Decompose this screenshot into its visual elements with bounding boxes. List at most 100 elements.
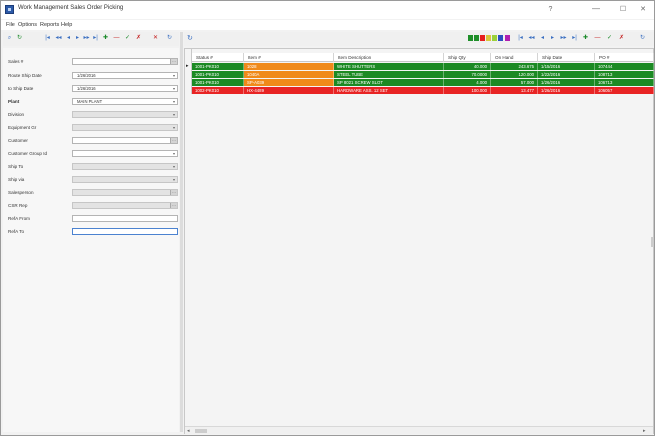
delete-icon[interactable]: — (594, 35, 601, 42)
grid-refresh-icon[interactable]: ↻ (187, 35, 195, 43)
close-record-icon[interactable]: ✕ (152, 35, 159, 42)
menu-help[interactable]: Help (61, 22, 72, 28)
status-filter-blue-icon[interactable] (498, 35, 503, 41)
edit-icon[interactable]: ✓ (124, 35, 131, 42)
cell-ship-date: 1/26/2016 (538, 87, 595, 94)
previous-record-icon[interactable]: ◂ (539, 35, 546, 42)
menu-file[interactable]: File (6, 22, 15, 28)
previous-page-icon[interactable]: ◂◂ (55, 35, 62, 42)
refa-from-field[interactable] (72, 215, 178, 222)
next-record-icon[interactable]: ▸ (549, 35, 556, 42)
scroll-right-icon[interactable]: ▸ (643, 428, 646, 434)
csr-rep-label: CSR Rep (8, 203, 28, 208)
col-header-on-hand[interactable]: On Hand (491, 53, 538, 62)
ellipsis-button[interactable]: … (170, 138, 177, 143)
close-button[interactable]: ✕ (634, 3, 652, 16)
division-field[interactable]: ▾ (72, 111, 178, 118)
previous-page-icon[interactable]: ◂◂ (528, 35, 535, 42)
left-toolbar: ⌕ ↻ |◂ ◂◂ ◂ ▸ ▸▸ ▸| ✚ — ✓ ✗ ✕ ↻ (3, 32, 179, 46)
cancel-icon[interactable]: ✗ (618, 35, 625, 42)
customer-group-field[interactable]: ▾ (72, 150, 178, 157)
maximize-button[interactable]: ☐ (614, 3, 632, 16)
customer-field[interactable]: … (72, 137, 178, 144)
horizontal-scrollbar[interactable]: ◂ ▸ (185, 426, 653, 434)
help-icon[interactable]: ? (546, 5, 555, 14)
to-ship-date-field[interactable]: 1/26/2016 ▾ (72, 85, 178, 92)
reload-icon[interactable]: ↻ (639, 35, 646, 42)
csr-rep-field[interactable]: … (72, 202, 178, 209)
chevron-down-icon[interactable]: ▾ (171, 86, 177, 91)
cell-ship-qty: 40.000 (444, 63, 491, 70)
app-icon (5, 5, 14, 14)
ship-to-field[interactable]: ▾ (72, 163, 178, 170)
route-ship-date-field[interactable]: 1/26/2016 ▾ (72, 72, 178, 79)
chevron-down-icon[interactable]: ▾ (171, 125, 177, 130)
refa-from-label: RefA From (8, 216, 30, 221)
first-record-icon[interactable]: |◂ (44, 35, 51, 42)
cell-ship-qty: 4.000 (444, 79, 491, 86)
status-filter-red-icon[interactable] (480, 35, 485, 41)
cell-ship-qty: 70.0000 (444, 71, 491, 78)
chevron-down-icon[interactable]: ▾ (171, 164, 177, 169)
status-filter-green-icon[interactable] (468, 35, 473, 41)
col-header-ship-qty[interactable]: Ship Qty (444, 53, 491, 62)
chevron-down-icon[interactable]: ▾ (171, 112, 177, 117)
last-record-icon[interactable]: ▸| (571, 35, 578, 42)
minimize-button[interactable]: — (587, 3, 605, 16)
route-ship-date-label: Route Ship Date (8, 73, 42, 78)
table-row[interactable]: 1002-PK010 HX-4489 HARDWARE ASS. 12 SET … (192, 87, 654, 94)
last-record-icon[interactable]: ▸| (92, 35, 99, 42)
cell-description: HARDWARE ASS. 12 SET (334, 87, 444, 94)
ship-to-label: Ship To (8, 164, 24, 169)
table-row[interactable]: 1001-PK010 SP-A039 SP 8021 SCREW SLOT 4.… (192, 79, 654, 86)
plant-field[interactable]: MAIN PLANT ▾ (72, 98, 178, 105)
next-page-icon[interactable]: ▸▸ (83, 35, 90, 42)
chevron-down-icon[interactable]: ▾ (171, 151, 177, 156)
col-header-ship-date[interactable]: Ship Date (538, 53, 595, 62)
edit-icon[interactable]: ✓ (606, 35, 613, 42)
chevron-down-icon[interactable]: ▾ (171, 177, 177, 182)
status-filter-green-icon[interactable] (474, 35, 479, 41)
cell-ship-date: 1/15/2016 (538, 63, 595, 70)
status-filter-lime-icon[interactable] (492, 35, 497, 41)
col-header-item[interactable]: Item # (244, 53, 334, 62)
refa-to-label: RefA To (8, 229, 25, 234)
ellipsis-button[interactable]: … (170, 203, 177, 208)
first-record-icon[interactable]: |◂ (517, 35, 524, 42)
binoculars-icon[interactable]: ⌕ (6, 35, 13, 42)
cell-on-hand: 120.000 (491, 71, 538, 78)
previous-record-icon[interactable]: ◂ (65, 35, 72, 42)
ellipsis-button[interactable]: … (170, 59, 177, 64)
next-page-icon[interactable]: ▸▸ (560, 35, 567, 42)
chevron-down-icon[interactable]: ▾ (171, 73, 177, 78)
next-record-icon[interactable]: ▸ (74, 35, 81, 42)
delete-icon[interactable]: — (113, 35, 120, 42)
table-row[interactable]: 1001-PK010 1028 WHITE SHUTTERS 40.000 24… (192, 63, 654, 70)
scrollbar-thumb[interactable] (195, 429, 207, 433)
cancel-icon[interactable]: ✗ (135, 35, 142, 42)
vertical-scrollbar-thumb[interactable] (651, 237, 654, 247)
scroll-left-icon[interactable]: ◂ (187, 428, 190, 434)
cell-po: 106713 (595, 79, 654, 86)
menu-options[interactable]: Options (18, 22, 37, 28)
col-header-status[interactable]: Status # (192, 53, 244, 62)
salesperson-field[interactable]: … (72, 189, 178, 196)
add-icon[interactable]: ✚ (582, 35, 589, 42)
refresh-icon[interactable]: ↻ (16, 35, 23, 42)
status-filter-yellow-icon[interactable] (486, 35, 491, 41)
ellipsis-button[interactable]: … (170, 190, 177, 195)
add-icon[interactable]: ✚ (102, 35, 109, 42)
panel-splitter[interactable] (180, 32, 183, 432)
ship-via-field[interactable]: ▾ (72, 176, 178, 183)
col-header-description[interactable]: Item Description (334, 53, 444, 62)
reload-icon[interactable]: ↻ (166, 35, 173, 42)
refa-to-field[interactable] (72, 228, 178, 235)
equipment-group-field[interactable]: ▾ (72, 124, 178, 131)
col-header-po[interactable]: PO # (595, 53, 654, 62)
status-filter-purple-icon[interactable] (505, 35, 510, 41)
sales-field[interactable]: … (72, 58, 178, 65)
chevron-down-icon[interactable]: ▾ (171, 99, 177, 104)
cell-po: 106057 (595, 87, 654, 94)
menu-reports[interactable]: Reports (40, 22, 59, 28)
table-row[interactable]: 1001-PK010 1040A STEEL TUBE 70.0000 120.… (192, 71, 654, 78)
